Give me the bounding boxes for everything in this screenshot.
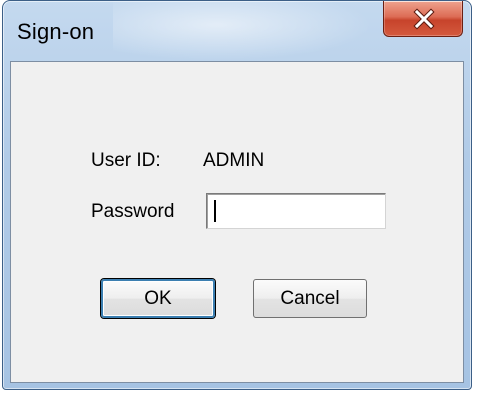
close-button[interactable] — [383, 1, 463, 37]
userid-label: User ID: — [91, 150, 161, 171]
userid-value: ADMIN — [203, 150, 265, 171]
title-bar[interactable]: Sign-on — [3, 1, 471, 61]
ok-button[interactable]: OK — [101, 279, 215, 318]
sign-on-dialog: Sign-on User ID: ADMIN Password OK Cance… — [2, 0, 472, 390]
dialog-body: User ID: ADMIN Password OK Cancel — [10, 61, 464, 383]
text-caret — [214, 200, 216, 222]
password-label: Password — [91, 201, 175, 222]
window-title: Sign-on — [17, 19, 95, 44]
cancel-button[interactable]: Cancel — [253, 279, 367, 318]
close-icon — [413, 8, 435, 30]
password-input[interactable] — [206, 193, 386, 229]
